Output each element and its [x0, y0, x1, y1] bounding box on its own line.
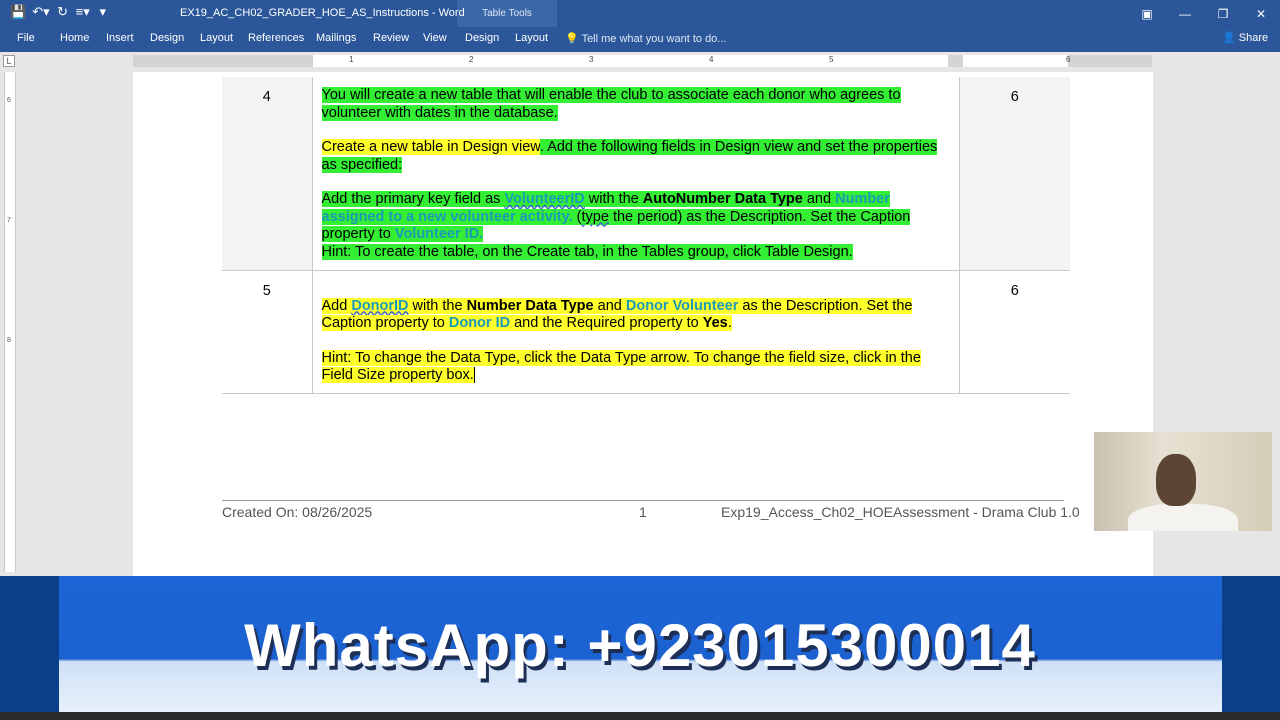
tab-home[interactable]: Home — [60, 32, 89, 44]
tab-insert[interactable]: Insert — [106, 32, 134, 44]
points-value: 6 — [959, 77, 1070, 271]
share-button[interactable]: 👤 Share — [1222, 31, 1268, 44]
minimize-icon[interactable]: — — [1166, 0, 1204, 27]
tab-design[interactable]: Design — [150, 32, 184, 44]
redo-icon[interactable]: ↻ — [56, 4, 70, 20]
save-icon[interactable]: 💾 — [10, 4, 26, 20]
table-row: 5 Add DonorID with the Number Data Type … — [222, 270, 1070, 394]
vertical-ruler[interactable]: 6 7 8 — [4, 72, 16, 572]
ruler-number: 6 — [7, 97, 11, 104]
field-name: DonorID — [351, 297, 409, 314]
ruler-number: 5 — [829, 55, 834, 64]
tab-file[interactable]: File — [17, 32, 35, 44]
numbering-icon[interactable]: ≡▾ — [76, 4, 90, 20]
tab-table-design[interactable]: Design — [465, 32, 499, 44]
taskbar-strip — [0, 712, 1280, 720]
ruler-text-area — [313, 55, 948, 67]
tab-selector[interactable]: L — [3, 55, 15, 67]
tell-me-search[interactable]: 💡 Tell me what you want to do... — [565, 32, 726, 45]
text-run: with the — [408, 297, 467, 314]
footer-page-number: 1 — [639, 504, 647, 520]
text-run: AutoNumber Data Type — [642, 191, 803, 207]
table-tools-label: Table Tools — [482, 8, 532, 19]
paragraph: Add DonorID with the Number Data Type an… — [321, 297, 950, 333]
tab-references[interactable]: References — [248, 32, 304, 44]
whatsapp-number: WhatsApp: +923015300014 — [244, 612, 1036, 679]
title-bar: 💾 ↶▾ ↻ ≡▾ ▾ Table Tools EX19_AC_CH02_GRA… — [0, 0, 1280, 52]
description-value: Donor Volunteer — [625, 297, 739, 314]
footer-divider — [222, 500, 1064, 501]
text-run: . — [727, 315, 732, 331]
text-run: Add — [321, 297, 352, 314]
hint-text: Hint: To change the Data Type, click the… — [321, 349, 921, 383]
text-run: Yes — [702, 315, 728, 331]
text-run: ( — [572, 208, 582, 225]
ribbon-display-icon[interactable]: ▣ — [1128, 0, 1166, 27]
text-run: type — [581, 208, 609, 225]
person-icon: 👤 — [1222, 32, 1236, 44]
restore-icon[interactable]: ❐ — [1204, 0, 1242, 27]
customize-icon[interactable]: ▾ — [96, 4, 110, 20]
paragraph: Add the primary key field as VolunteerID… — [321, 191, 950, 261]
caption-value: Donor ID — [448, 315, 511, 331]
undo-icon[interactable]: ↶▾ — [32, 4, 49, 20]
paragraph: Create a new table in Design view. Add t… — [321, 139, 950, 174]
ruler-number: 6 — [1066, 55, 1071, 64]
webcam-person-body — [1128, 504, 1238, 531]
paragraph: Hint: To change the Data Type, click the… — [321, 349, 950, 385]
text-run: You will create a new table that will en… — [321, 87, 901, 121]
text-run: Add the primary key field as — [321, 191, 505, 207]
tab-mailings[interactable]: Mailings — [316, 32, 356, 44]
step-number: 4 — [222, 77, 313, 271]
quick-access-toolbar: 💾 ↶▾ ↻ ≡▾ ▾ — [10, 4, 110, 20]
ruler-number: 1 — [349, 55, 354, 64]
tab-review[interactable]: Review — [373, 32, 409, 44]
step-description[interactable]: Add DonorID with the Number Data Type an… — [312, 270, 960, 394]
tell-me-label: Tell me what you want to do... — [581, 33, 727, 45]
hint-text: Hint: To create the table, on the Create… — [321, 243, 853, 260]
ribbon-tabs: File Home Insert Design Layout Reference… — [0, 27, 1280, 52]
points-value: 6 — [959, 270, 1070, 394]
ruler-cell-area — [963, 55, 1068, 67]
document-page[interactable]: 4 You will create a new table that will … — [133, 72, 1153, 577]
document-title: EX19_AC_CH02_GRADER_HOE_AS_Instructions … — [180, 7, 465, 19]
table-row: 4 You will create a new table that will … — [222, 77, 1070, 271]
webcam-person-head — [1156, 454, 1196, 506]
field-name: VolunteerID — [504, 191, 585, 207]
step-description[interactable]: You will create a new table that will en… — [312, 77, 960, 271]
lightbulb-icon: 💡 — [565, 33, 579, 45]
tab-table-layout[interactable]: Layout — [515, 32, 548, 44]
text-run: Number Data Type — [466, 297, 594, 314]
text-run: and — [593, 297, 626, 314]
text-run: and — [802, 191, 836, 207]
ruler-number: 3 — [589, 55, 594, 64]
caption-value: Volunteer ID. — [394, 226, 484, 242]
ruler-number: 4 — [709, 55, 714, 64]
close-icon[interactable]: ✕ — [1242, 0, 1280, 27]
footer-document-name: Exp19_Access_Ch02_HOEAssessment - Drama … — [721, 504, 1080, 520]
horizontal-ruler[interactable]: 1 2 3 4 5 6 — [133, 55, 1152, 67]
step-number: 5 — [222, 270, 313, 394]
text-run: Create a new table in Design view — [321, 139, 540, 155]
ruler-number: 8 — [7, 337, 11, 344]
text-cursor — [473, 367, 475, 383]
contact-banner: WhatsApp: +923015300014 — [0, 576, 1280, 714]
paragraph: You will create a new table that will en… — [321, 87, 950, 122]
ruler-number: 7 — [7, 217, 11, 224]
window-controls: ▣ — ❐ ✕ — [1128, 0, 1280, 27]
text-run: with the — [584, 191, 643, 207]
tab-view[interactable]: View — [423, 32, 447, 44]
ruler-number: 2 — [469, 55, 474, 64]
share-label: Share — [1238, 32, 1269, 44]
webcam-overlay — [1094, 432, 1272, 531]
text-run: and the Required property to — [510, 315, 703, 331]
instructions-table: 4 You will create a new table that will … — [222, 77, 1070, 394]
tab-layout[interactable]: Layout — [200, 32, 233, 44]
footer-created-date: Created On: 08/26/2025 — [222, 504, 373, 520]
ruler-row: L 1 2 3 4 5 6 — [0, 52, 1280, 70]
